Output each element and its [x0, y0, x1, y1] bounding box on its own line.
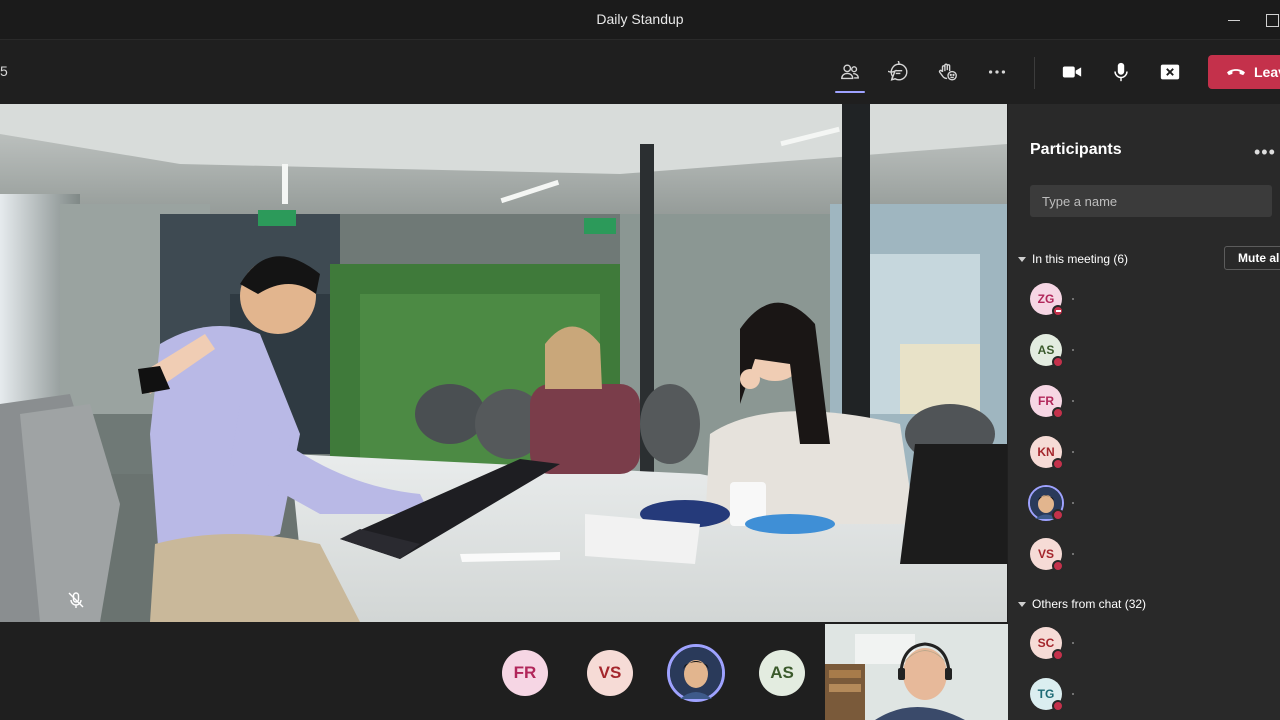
busy-status-icon — [1052, 560, 1064, 572]
leave-label: Leave — [1254, 64, 1280, 80]
participant-row[interactable]: KN — [1030, 432, 1270, 472]
mute-all-button[interactable]: Mute all — [1224, 246, 1280, 270]
in-meeting-section-header[interactable]: In this meeting (6) — [1018, 252, 1128, 266]
participant-row[interactable]: FR — [1030, 381, 1270, 421]
hang-up-icon — [1227, 69, 1245, 76]
section-label: Others from chat (32) — [1032, 597, 1147, 611]
avatar-initials: TG — [1037, 687, 1055, 701]
conference-room-video — [0, 104, 1007, 622]
busy-status-icon — [1052, 458, 1064, 470]
busy-status-icon — [1052, 700, 1064, 712]
avatar-initials: AS — [1037, 343, 1055, 357]
self-view-video[interactable] — [825, 624, 1008, 720]
avatar-initials: VS — [1037, 547, 1054, 561]
participant-row[interactable]: VS — [1030, 534, 1270, 574]
meeting-timer: 5 — [0, 63, 8, 79]
caret-down-icon — [1018, 601, 1026, 607]
more-actions-button[interactable] — [979, 55, 1015, 89]
share-button[interactable] — [1152, 55, 1188, 89]
meeting-toolbar: 5 Lea — [0, 41, 1280, 103]
name-placeholder-dot — [1072, 400, 1074, 402]
chat-button[interactable] — [881, 55, 917, 89]
name-placeholder-dot — [1072, 298, 1074, 300]
avatar-initials: KN — [1037, 445, 1055, 459]
name-placeholder-dot — [1072, 502, 1074, 504]
busy-status-icon — [1052, 649, 1064, 661]
avatar-initials: SC — [1037, 636, 1055, 650]
video-camera-icon — [1062, 66, 1082, 78]
name-placeholder-dot — [1072, 553, 1074, 555]
title-bar: Daily Standup — [0, 0, 1280, 40]
participants-button[interactable] — [832, 55, 868, 93]
reactions-button[interactable] — [930, 55, 966, 89]
camera-button[interactable] — [1054, 55, 1090, 89]
mic-off-icon — [66, 590, 86, 610]
toolbar-divider — [1034, 57, 1035, 89]
microphone-icon — [1114, 62, 1128, 82]
panel-title: Participants — [1030, 141, 1122, 158]
mic-button[interactable] — [1103, 55, 1139, 89]
participant-strip: FR VS AS — [0, 622, 1008, 720]
section-label: In this meeting (6) — [1032, 252, 1129, 266]
strip-avatar[interactable]: FR — [502, 650, 548, 696]
participant-row[interactable]: SC — [1030, 623, 1270, 663]
busy-status-icon — [1052, 356, 1064, 368]
participants-panel: Participants ••• In this meeting (6) Mut… — [1008, 104, 1280, 720]
main-video-feed[interactable] — [0, 104, 1007, 622]
avatar-initials: ZG — [1037, 292, 1055, 306]
name-placeholder-dot — [1072, 451, 1074, 453]
chat-bubble-icon — [888, 61, 908, 81]
avatar-initials: VS — [598, 663, 622, 682]
participant-row[interactable] — [1028, 483, 1270, 523]
self-view-image — [825, 624, 1008, 720]
avatar-initials: AS — [770, 663, 794, 682]
window-title: Daily Standup — [596, 11, 684, 27]
people-icon — [841, 64, 859, 80]
others-section-header[interactable]: Others from chat (32) — [1018, 597, 1146, 611]
avatar-photo — [670, 647, 722, 699]
avatar-initials: FR — [513, 663, 537, 682]
participant-row[interactable]: AS — [1030, 330, 1270, 370]
name-placeholder-dot — [1072, 693, 1074, 695]
minimize-button[interactable] — [1222, 8, 1246, 32]
share-tray-icon — [1160, 64, 1180, 80]
busy-status-icon — [1052, 407, 1064, 419]
strip-avatar[interactable]: AS — [759, 650, 805, 696]
participant-row[interactable]: ZG — [1030, 279, 1270, 319]
raise-hand-icon — [938, 63, 957, 81]
name-placeholder-dot — [1072, 642, 1074, 644]
avatar-initials: FR — [1038, 394, 1054, 408]
panel-more-options-icon[interactable]: ••• — [1254, 142, 1276, 163]
maximize-button[interactable] — [1262, 8, 1280, 32]
strip-avatar[interactable]: VS — [587, 650, 633, 696]
caret-down-icon — [1018, 256, 1026, 262]
do-not-disturb-status-icon — [1052, 305, 1064, 317]
leave-button[interactable]: Leave — [1208, 55, 1280, 89]
busy-status-icon — [1052, 509, 1064, 521]
participant-row[interactable]: TG — [1030, 674, 1270, 714]
participant-search-input[interactable] — [1030, 185, 1272, 217]
more-dots-icon — [988, 70, 1006, 74]
name-placeholder-dot — [1072, 349, 1074, 351]
strip-avatar-photo[interactable] — [667, 644, 725, 702]
